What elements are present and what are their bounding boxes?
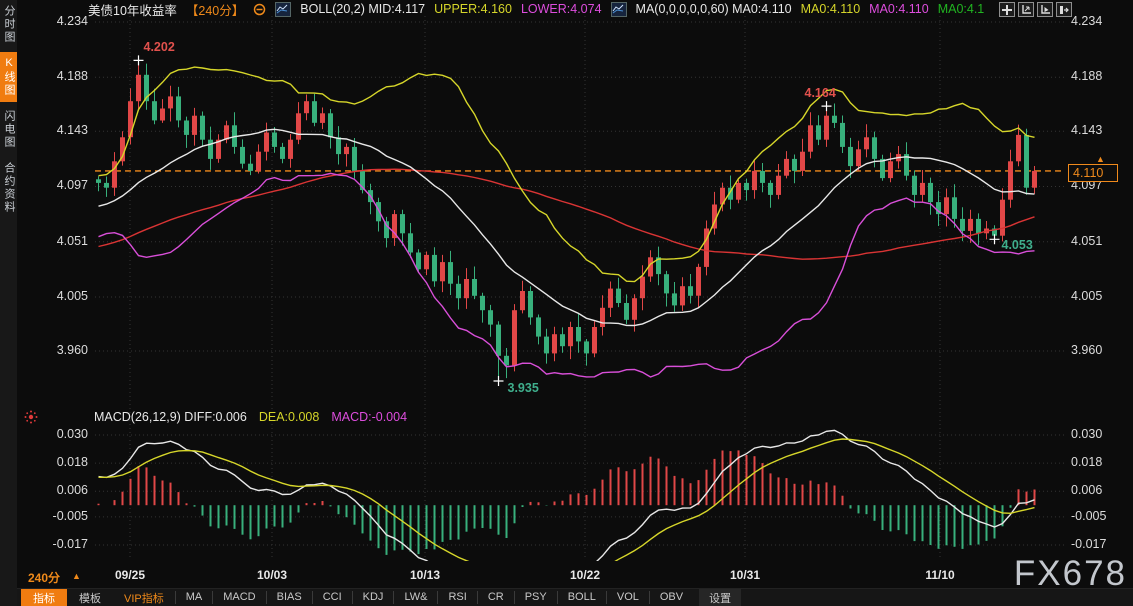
toolbar-item-MA[interactable]: MA [175,591,213,604]
axis-zoom-icon[interactable] [1018,2,1034,17]
toolbar-item-设置[interactable]: 设置 [699,589,741,606]
axis-play-icon[interactable] [1037,2,1053,17]
toolbar-item-MACD[interactable]: MACD [212,591,265,604]
macd-tick-right: -0.017 [1071,537,1106,551]
ma-legend-4: MA0:4.1 [938,2,985,16]
price-tick-left: 4.234 [44,14,88,28]
boll-legend: BOLL(20,2) MID:4.117 [300,2,425,16]
adjust-icon[interactable] [253,3,266,16]
toolbar-item-LW&[interactable]: LW& [393,591,437,604]
price-tick-left: 4.005 [44,289,88,303]
chart-title-bar: 美债10年收益率 【240分】 BOLL(20,2) MID:4.117 UPP… [88,1,984,17]
price-tick-right: 3.960 [1071,343,1102,357]
candlestick-chart-canvas[interactable] [0,0,1133,606]
toolbar-item-VOL[interactable]: VOL [606,591,649,604]
date-tick: 10/13 [395,568,455,582]
price-tick-right: 4.234 [1071,14,1102,28]
macd-tick-left: 0.030 [44,427,88,441]
chart-annotation: 4.202 [144,40,175,54]
macd-tick-left: 0.018 [44,455,88,469]
period-selector-arrow-icon[interactable]: ▲ [72,571,81,581]
sidebar: 分时图 K线图 闪电图 合约资料 [0,0,17,606]
macd-tick-left: -0.017 [44,537,88,551]
toolbar-item-指标[interactable]: 指标 [21,589,67,606]
macd-tick-right: 0.006 [1071,483,1102,497]
macd-tick-right: 0.030 [1071,427,1102,441]
date-tick: 10/22 [555,568,615,582]
toolbar-item-PSY[interactable]: PSY [514,591,557,604]
macd-diff-legend: MACD(26,12,9) DIFF:0.006 [94,410,247,424]
price-up-arrow-icon: ▲ [1096,154,1105,164]
date-tick: 11/10 [910,568,970,582]
toolbar-item-VIP指标[interactable]: VIP指标 [113,589,175,606]
boll-lower-legend: LOWER:4.074 [521,2,602,16]
crosshair-move-icon[interactable] [999,2,1015,17]
ma-legend: MA(0,0,0,0,0,60) MA0:4.110 [636,2,792,16]
chart-window-controls [999,2,1072,17]
price-tick-left: 3.960 [44,343,88,357]
date-tick: 09/25 [100,568,160,582]
date-tick: 10/03 [242,568,302,582]
toolbar-item-模板[interactable]: 模板 [67,589,113,606]
toolbar-item-BOLL[interactable]: BOLL [557,591,606,604]
macd-pane-settings-icon[interactable] [24,410,38,429]
macd-tick-left: -0.005 [44,509,88,523]
toolbar-item-BIAS[interactable]: BIAS [266,591,312,604]
toolbar-item-CR[interactable]: CR [477,591,514,604]
price-tick-left: 4.051 [44,234,88,248]
price-tick-right: 4.005 [1071,289,1102,303]
period-selector[interactable]: 240分 [28,569,60,586]
trading-app-window: 分时图 K线图 闪电图 合约资料 美债10年收益率 【240分】 BOLL(20… [0,0,1133,606]
price-tick-right: 4.051 [1071,234,1102,248]
macd-tick-left: 0.006 [44,483,88,497]
instrument-title: 美债10年收益率 [88,0,177,19]
price-tick-left: 4.188 [44,69,88,83]
indicator-toolbar: 指标模板VIP指标MAMACDBIASCCIKDJLW&RSICRPSYBOLL… [17,588,1133,606]
ma-legend-3: MA0:4.110 [869,2,929,16]
price-tick-right: 4.143 [1071,123,1102,137]
toolbar-item-CCI[interactable]: CCI [312,591,352,604]
boll-upper-legend: UPPER:4.160 [434,2,512,16]
macd-tick-right: 0.018 [1071,455,1102,469]
price-tick-left: 4.097 [44,178,88,192]
toolbar-item-RSI[interactable]: RSI [437,591,476,604]
period-label: 【240分】 [186,0,244,19]
macd-macd-legend: MACD:-0.004 [331,410,407,424]
sidebar-tab-contract-info[interactable]: 合约资料 [0,157,17,219]
sidebar-tab-flash[interactable]: 闪电图 [0,105,17,154]
date-tick: 10/31 [715,568,775,582]
sidebar-tab-timeline[interactable]: 分时图 [0,0,17,49]
macd-dea-legend: DEA:0.008 [259,410,319,424]
macd-tick-right: -0.005 [1071,509,1106,523]
boll-indicator-chip-icon[interactable] [275,2,291,17]
toolbar-item-OBV[interactable]: OBV [649,591,693,604]
current-price-badge: 4.110 [1068,164,1118,182]
pane-export-icon[interactable] [1056,2,1072,17]
chart-annotation: 3.935 [508,381,539,395]
toolbar-item-KDJ[interactable]: KDJ [352,591,394,604]
price-tick-left: 4.143 [44,123,88,137]
macd-legend-bar: MACD(26,12,9) DIFF:0.006 DEA:0.008 MACD:… [94,410,407,424]
sidebar-tab-kline[interactable]: K线图 [0,52,17,102]
chart-annotation: 4.164 [805,86,836,100]
ma-legend-2: MA0:4.110 [801,2,861,16]
ma-indicator-chip-icon[interactable] [611,2,627,17]
price-tick-right: 4.188 [1071,69,1102,83]
chart-annotation: 4.053 [1002,238,1033,252]
